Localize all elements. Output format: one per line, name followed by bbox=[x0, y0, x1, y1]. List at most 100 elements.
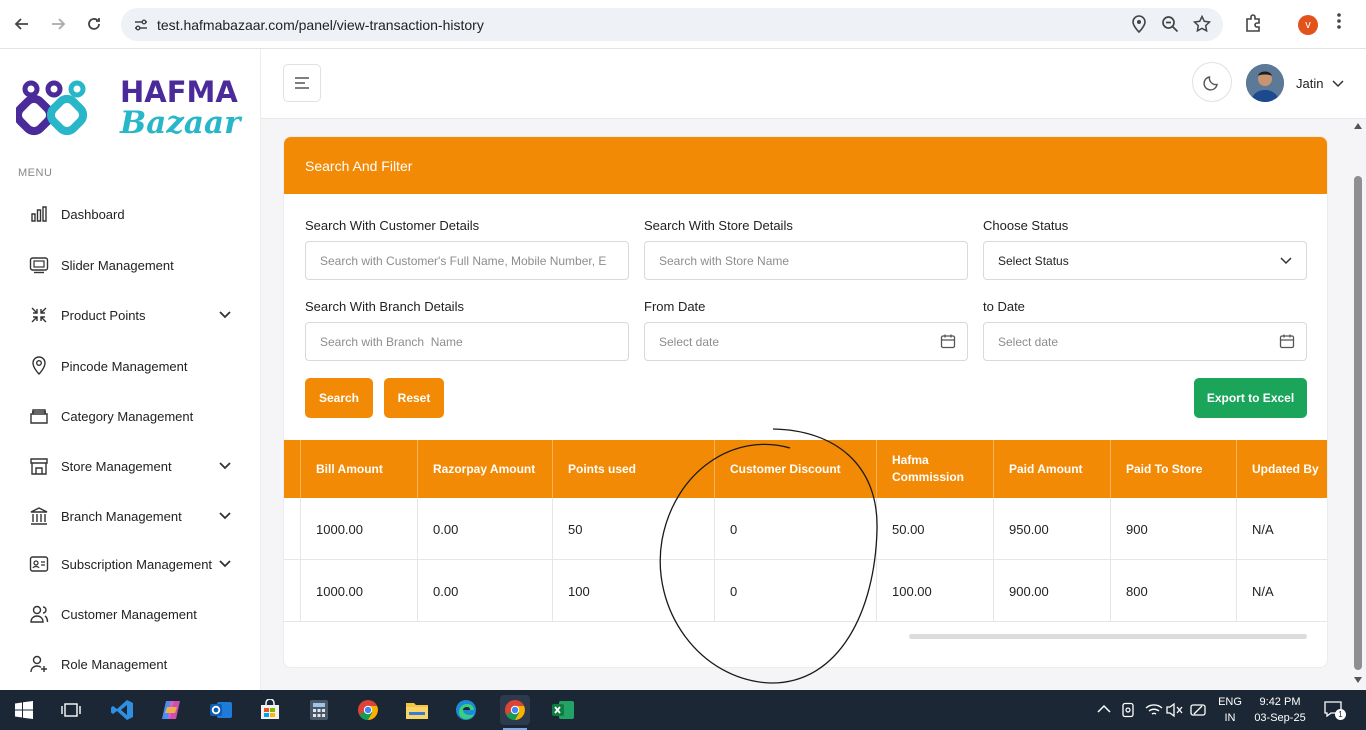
column-header-paid-amount[interactable]: Paid Amount bbox=[993, 440, 1110, 498]
table-cell: 0.00 bbox=[417, 560, 552, 622]
sidebar-item-slider-management[interactable]: Slider Management bbox=[28, 251, 238, 279]
store-search-input[interactable] bbox=[644, 241, 968, 280]
column-header-hafma-commission[interactable]: Hafma Commission bbox=[876, 440, 993, 498]
zoom-icon[interactable] bbox=[1161, 15, 1179, 33]
calendar-icon[interactable] bbox=[1279, 333, 1295, 349]
card-header: Search And Filter bbox=[284, 137, 1327, 194]
sidebar-item-label: Store Management bbox=[61, 458, 172, 474]
status-select[interactable]: Select Status bbox=[983, 241, 1307, 280]
sidebar-item-category-management[interactable]: Category Management bbox=[28, 402, 238, 430]
sidebar-item-label: Branch Management bbox=[61, 508, 182, 524]
table-cell: 900 bbox=[1110, 498, 1236, 560]
column-header-razorpay-amount[interactable]: Razorpay Amount bbox=[417, 440, 552, 498]
moon-icon bbox=[1203, 76, 1218, 91]
back-icon[interactable] bbox=[10, 12, 34, 36]
avatar[interactable] bbox=[1246, 64, 1284, 102]
from-date-input[interactable] bbox=[644, 322, 968, 361]
menu-toggle-button[interactable] bbox=[283, 64, 321, 102]
from-date-field[interactable] bbox=[644, 322, 968, 361]
sidebar-item-label: Pincode Management bbox=[61, 358, 188, 374]
battery-icon[interactable] bbox=[1190, 702, 1208, 718]
customer-search-input[interactable] bbox=[305, 241, 629, 280]
browser-profile-avatar[interactable]: v bbox=[1298, 15, 1318, 35]
reload-icon[interactable] bbox=[82, 12, 106, 36]
notification-center[interactable]: 1 bbox=[1324, 701, 1346, 721]
sidebar-item-dashboard[interactable]: Dashboard bbox=[28, 200, 238, 228]
table-cell: 50.00 bbox=[876, 498, 993, 560]
sidebar-item-store-management[interactable]: Store Management bbox=[28, 452, 238, 480]
volume-muted-icon[interactable] bbox=[1166, 702, 1184, 718]
extensions-icon[interactable] bbox=[1244, 13, 1264, 38]
sidebar-item-role-management[interactable]: Role Management bbox=[28, 650, 238, 678]
hafma-bazaar-logo[interactable]: HAFMA Bazaar bbox=[13, 75, 246, 141]
chevron-down-icon bbox=[219, 311, 231, 319]
to-date-field[interactable] bbox=[983, 322, 1307, 361]
forward-icon[interactable] bbox=[46, 12, 70, 36]
column-header-updated-by[interactable]: Updated By bbox=[1236, 440, 1327, 498]
chevron-up-icon[interactable] bbox=[1097, 704, 1111, 714]
sidebar-item-label: Subscription Management bbox=[61, 556, 213, 572]
calendar-icon[interactable] bbox=[940, 333, 956, 349]
wifi-icon[interactable] bbox=[1145, 702, 1163, 718]
chrome-active-icon[interactable] bbox=[500, 695, 530, 725]
to-date-input[interactable] bbox=[983, 322, 1307, 361]
bar-chart-icon bbox=[28, 203, 50, 225]
language-indicator[interactable]: ENG IN bbox=[1214, 694, 1246, 726]
reset-button[interactable]: Reset bbox=[384, 378, 444, 418]
user-name[interactable]: Jatin bbox=[1296, 76, 1323, 91]
theme-toggle-button[interactable] bbox=[1192, 62, 1232, 102]
excel-icon[interactable] bbox=[548, 695, 578, 725]
column-header-bill-amount[interactable]: Bill Amount bbox=[300, 440, 417, 498]
microsoft-store-icon[interactable] bbox=[255, 695, 285, 725]
browser-menu-icon[interactable] bbox=[1336, 12, 1342, 35]
edge-icon[interactable] bbox=[451, 695, 481, 725]
column-header-customer-discount[interactable]: Customer Discount bbox=[714, 440, 876, 498]
address-bar[interactable]: test.hafmabazaar.com/panel/view-transact… bbox=[121, 8, 1223, 41]
sidebar-item-product-points[interactable]: Product Points bbox=[28, 301, 238, 329]
page-scrollbar-thumb[interactable] bbox=[1354, 176, 1362, 670]
bookmark-star-icon[interactable] bbox=[1193, 15, 1211, 33]
user-plus-icon bbox=[28, 653, 50, 675]
sidebar-item-pincode-management[interactable]: Pincode Management bbox=[28, 352, 238, 380]
branch-search-input[interactable] bbox=[305, 322, 629, 361]
task-view-icon[interactable] bbox=[56, 695, 86, 725]
sidebar-item-branch-management[interactable]: Branch Management bbox=[28, 502, 238, 530]
status-select-value: Select Status bbox=[998, 254, 1069, 268]
sidebar-item-customer-management[interactable]: Customer Management bbox=[28, 600, 238, 628]
store-icon bbox=[28, 455, 50, 477]
vscode-icon[interactable] bbox=[107, 695, 137, 725]
table-horizontal-scrollbar[interactable] bbox=[909, 634, 1307, 639]
calculator-icon[interactable] bbox=[304, 695, 334, 725]
sidebar: HAFMA Bazaar MENU Dashboard Slider Manag… bbox=[0, 49, 261, 690]
scroll-up-arrow-icon[interactable] bbox=[1354, 123, 1362, 129]
search-button[interactable]: Search bbox=[305, 378, 373, 418]
table-row: 1000.00 0.00 100 0 100.00 900.00 800 N/A bbox=[284, 560, 1327, 622]
windows-start-icon[interactable] bbox=[9, 695, 39, 725]
meet-now-icon[interactable] bbox=[1120, 702, 1136, 718]
browser-toolbar: test.hafmabazaar.com/panel/view-transact… bbox=[0, 0, 1366, 49]
export-excel-button[interactable]: Export to Excel bbox=[1194, 378, 1307, 418]
copilot-icon[interactable] bbox=[156, 695, 186, 725]
notification-count-badge: 1 bbox=[1335, 709, 1346, 720]
table-cell: 0 bbox=[714, 498, 876, 560]
slider-icon bbox=[28, 254, 50, 276]
status-label: Choose Status bbox=[983, 218, 1069, 233]
menu-caption: MENU bbox=[18, 167, 53, 179]
column-header-points-used[interactable]: Points used bbox=[552, 440, 714, 498]
card-title: Search And Filter bbox=[305, 158, 413, 174]
site-settings-icon[interactable] bbox=[133, 17, 149, 33]
table-cell: 1000.00 bbox=[300, 560, 417, 622]
chevron-down-icon[interactable] bbox=[1332, 79, 1344, 89]
location-icon[interactable] bbox=[1131, 15, 1147, 33]
sidebar-item-subscription-management[interactable]: Subscription Management bbox=[28, 550, 238, 578]
system-clock[interactable]: 9:42 PM 03-Sep-25 bbox=[1248, 694, 1312, 726]
hamburger-icon bbox=[295, 77, 309, 89]
table-cell: 900.00 bbox=[993, 560, 1110, 622]
column-header-paid-to-store[interactable]: Paid To Store bbox=[1110, 440, 1236, 498]
file-explorer-icon[interactable] bbox=[402, 695, 432, 725]
outlook-icon[interactable] bbox=[206, 695, 236, 725]
table-cell: 1000.00 bbox=[300, 498, 417, 560]
to-date-label: to Date bbox=[983, 299, 1025, 314]
chrome-icon[interactable] bbox=[353, 695, 383, 725]
scroll-down-arrow-icon[interactable] bbox=[1354, 677, 1362, 683]
